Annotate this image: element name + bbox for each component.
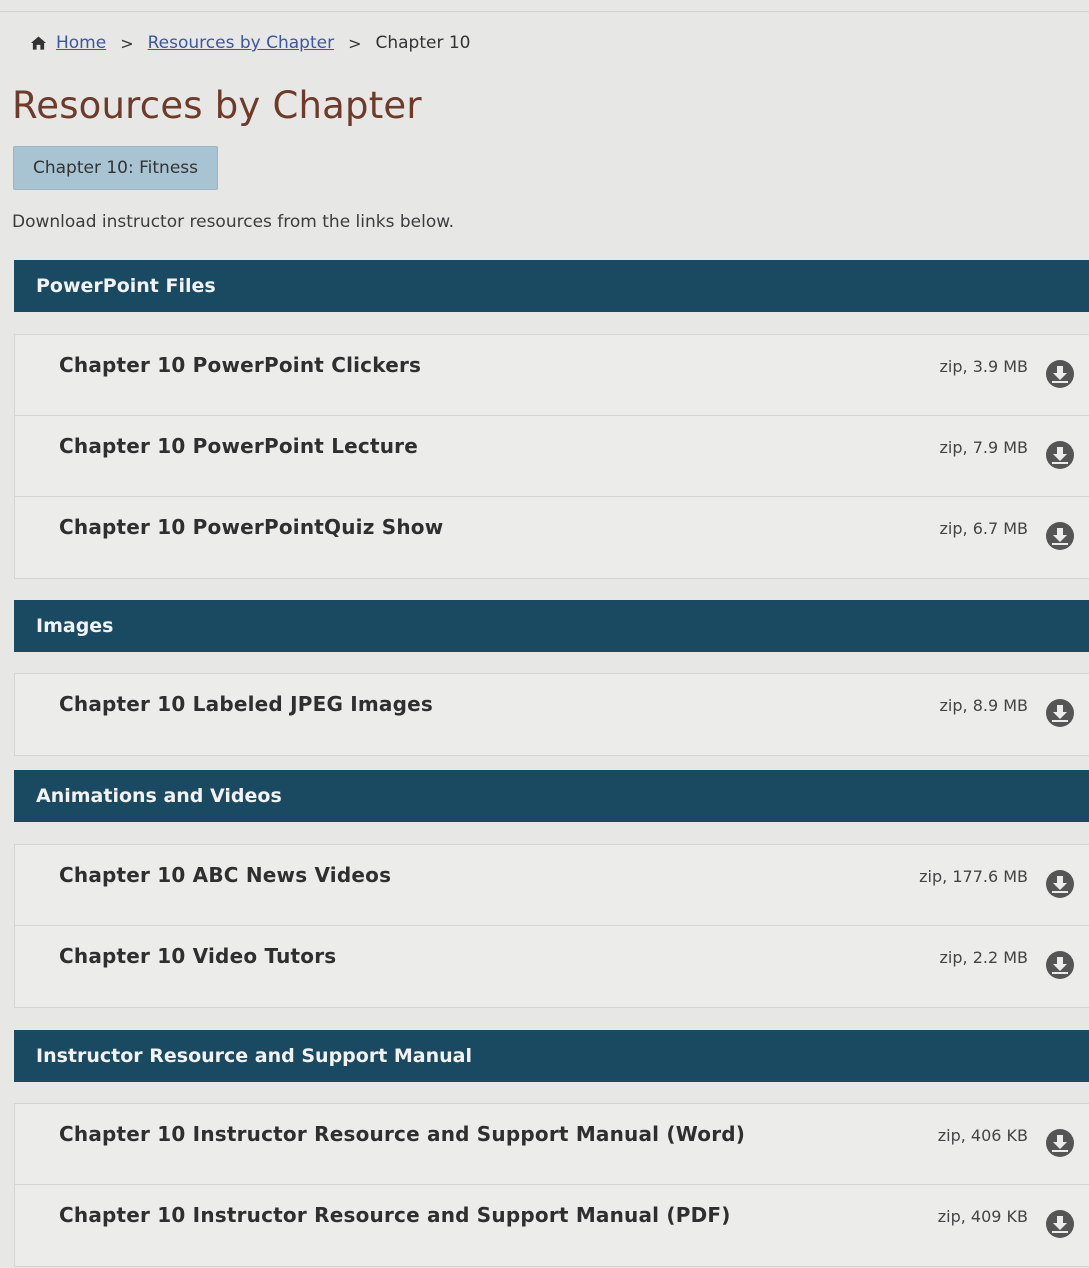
download-icon[interactable] bbox=[1045, 869, 1075, 899]
breadcrumb-separator: > bbox=[348, 33, 362, 53]
download-icon[interactable] bbox=[1045, 698, 1075, 728]
resource-row[interactable]: Chapter 10 Labeled JPEG Images zip, 8.9 … bbox=[15, 674, 1089, 755]
resource-title[interactable]: Chapter 10 PowerPoint Clickers bbox=[59, 353, 421, 377]
download-icon[interactable] bbox=[1045, 521, 1075, 551]
download-icon[interactable] bbox=[1045, 1128, 1075, 1158]
resource-meta: zip, 2.2 MB bbox=[939, 948, 1028, 967]
section-header-animations[interactable]: Animations and Videos bbox=[14, 770, 1089, 822]
resource-meta: zip, 3.9 MB bbox=[939, 357, 1028, 376]
resource-title[interactable]: Chapter 10 Video Tutors bbox=[59, 944, 336, 968]
intro-text: Download instructor resources from the l… bbox=[12, 212, 454, 232]
resource-group-powerpoint: Chapter 10 PowerPoint Clickers zip, 3.9 … bbox=[14, 334, 1089, 579]
resource-title[interactable]: Chapter 10 ABC News Videos bbox=[59, 863, 391, 887]
breadcrumb-current: Chapter 10 bbox=[375, 33, 471, 53]
section-header-powerpoint[interactable]: PowerPoint Files bbox=[14, 260, 1089, 312]
resource-title[interactable]: Chapter 10 Instructor Resource and Suppo… bbox=[59, 1122, 745, 1146]
resource-title[interactable]: Chapter 10 PowerPoint Lecture bbox=[59, 434, 418, 458]
breadcrumb-home-link[interactable]: Home bbox=[56, 33, 106, 53]
resource-meta: zip, 406 KB bbox=[937, 1126, 1028, 1145]
resource-row[interactable]: Chapter 10 Video Tutors zip, 2.2 MB bbox=[15, 926, 1089, 1007]
resource-row[interactable]: Chapter 10 PowerPoint Clickers zip, 3.9 … bbox=[15, 335, 1089, 416]
resource-group-images: Chapter 10 Labeled JPEG Images zip, 8.9 … bbox=[14, 673, 1089, 756]
page: Home > Resources by Chapter > Chapter 10… bbox=[0, 0, 1089, 1268]
resource-row[interactable]: Chapter 10 Instructor Resource and Suppo… bbox=[15, 1104, 1089, 1185]
page-title: Resources by Chapter bbox=[12, 84, 422, 127]
top-divider bbox=[0, 11, 1089, 12]
download-icon[interactable] bbox=[1045, 950, 1075, 980]
resource-meta: zip, 409 KB bbox=[937, 1207, 1028, 1226]
download-icon[interactable] bbox=[1045, 440, 1075, 470]
breadcrumb-resources-link[interactable]: Resources by Chapter bbox=[148, 33, 334, 53]
breadcrumb: Home > Resources by Chapter > Chapter 10 bbox=[31, 33, 470, 53]
resource-title[interactable]: Chapter 10 PowerPointQuiz Show bbox=[59, 515, 443, 539]
download-icon[interactable] bbox=[1045, 359, 1075, 389]
resource-meta: zip, 7.9 MB bbox=[939, 438, 1028, 457]
section-header-manual[interactable]: Instructor Resource and Support Manual bbox=[14, 1030, 1089, 1082]
resource-title[interactable]: Chapter 10 Labeled JPEG Images bbox=[59, 692, 433, 716]
resource-group-manual: Chapter 10 Instructor Resource and Suppo… bbox=[14, 1103, 1089, 1267]
resource-row[interactable]: Chapter 10 ABC News Videos zip, 177.6 MB bbox=[15, 845, 1089, 926]
resource-row[interactable]: Chapter 10 Instructor Resource and Suppo… bbox=[15, 1185, 1089, 1266]
section-header-images[interactable]: Images bbox=[14, 600, 1089, 652]
resource-meta: zip, 8.9 MB bbox=[939, 696, 1028, 715]
resource-title[interactable]: Chapter 10 Instructor Resource and Suppo… bbox=[59, 1203, 731, 1227]
resource-row[interactable]: Chapter 10 PowerPoint Lecture zip, 7.9 M… bbox=[15, 416, 1089, 497]
resource-row[interactable]: Chapter 10 PowerPointQuiz Show zip, 6.7 … bbox=[15, 497, 1089, 578]
resource-group-animations: Chapter 10 ABC News Videos zip, 177.6 MB… bbox=[14, 844, 1089, 1008]
resource-meta: zip, 6.7 MB bbox=[939, 519, 1028, 538]
chapter-select-button[interactable]: Chapter 10: Fitness bbox=[13, 146, 218, 190]
breadcrumb-separator: > bbox=[120, 33, 134, 53]
download-icon[interactable] bbox=[1045, 1209, 1075, 1239]
resource-meta: zip, 177.6 MB bbox=[919, 867, 1028, 886]
home-icon bbox=[31, 36, 46, 50]
